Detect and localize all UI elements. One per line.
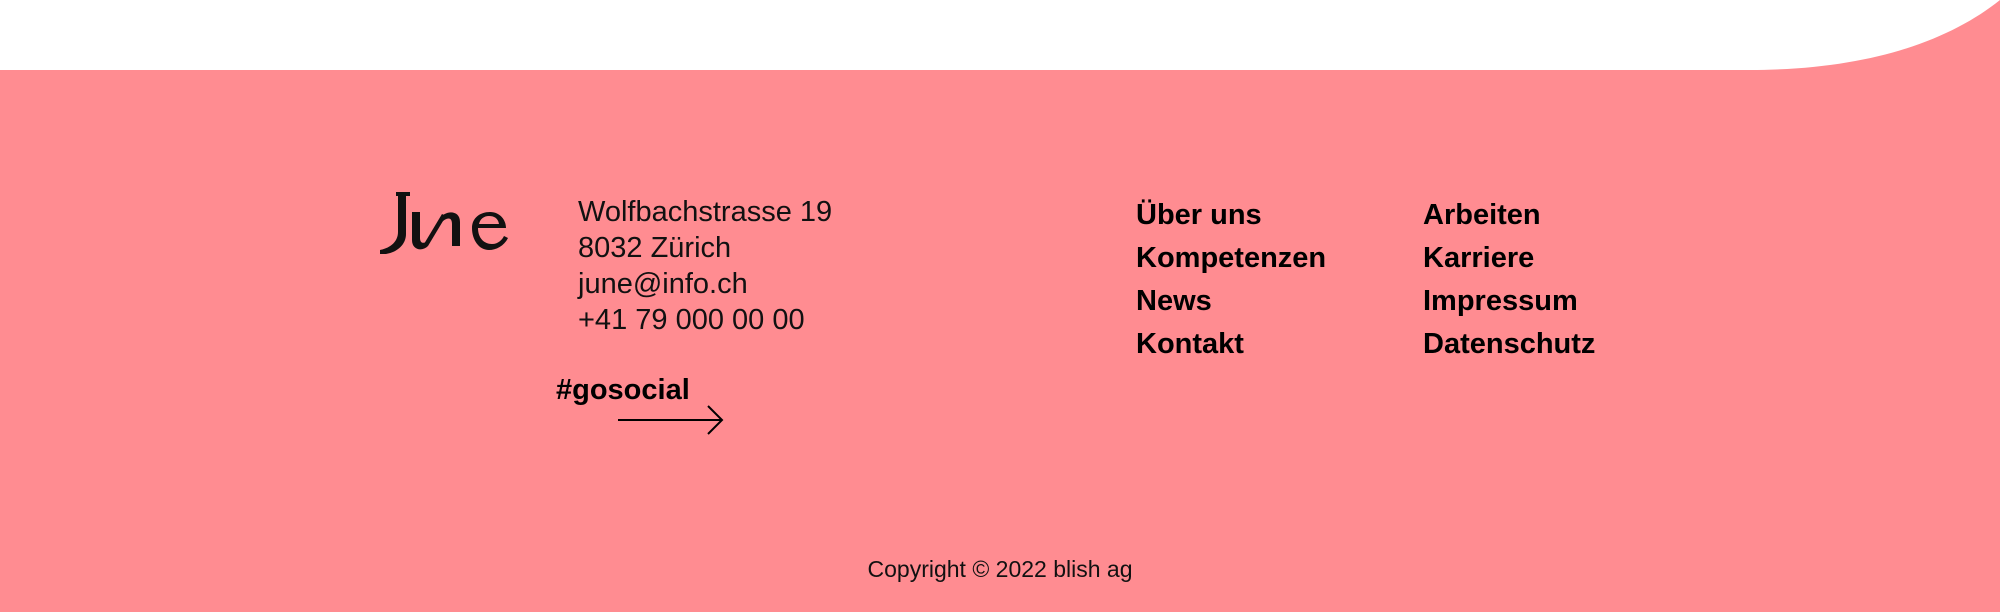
nav-link-arbeiten[interactable]: Arbeiten [1423, 194, 1595, 237]
june-logo[interactable] [376, 188, 508, 254]
nav-link-impressum[interactable]: Impressum [1423, 280, 1595, 323]
nav-link-karriere[interactable]: Karriere [1423, 237, 1595, 280]
footer-wave-background [0, 0, 2000, 612]
address-email[interactable]: june@info.ch [578, 266, 832, 302]
address-street: Wolfbachstrasse 19 [578, 196, 833, 228]
arrow-right-icon [618, 405, 724, 435]
nav-link-kontakt[interactable]: Kontakt [1136, 323, 1326, 366]
gosocial-label: #gosocial [556, 374, 690, 406]
nav-link-ueber-uns[interactable]: Über uns [1136, 194, 1326, 237]
address-city: 8032 Zürich [578, 232, 732, 264]
address-phone[interactable]: +41 79 000 00 00 [578, 302, 832, 338]
nav-link-news[interactable]: News [1136, 280, 1326, 323]
footer-nav-primary: Über uns Kompetenzen News Kontakt [1136, 194, 1326, 366]
footer-pink-shape [0, 0, 2000, 612]
nav-link-datenschutz[interactable]: Datenschutz [1423, 323, 1595, 366]
copyright-text: Copyright © 2022 blish ag [867, 556, 1133, 582]
gosocial-link[interactable]: #gosocial [556, 374, 736, 436]
footer-nav-secondary: Arbeiten Karriere Impressum Datenschutz [1423, 194, 1595, 366]
contact-address: Wolfbachstrasse 19 8032 Zürich june@info… [578, 194, 832, 338]
nav-link-kompetenzen[interactable]: Kompetenzen [1136, 237, 1326, 280]
site-footer: Wolfbachstrasse 19 8032 Zürich june@info… [0, 0, 2000, 612]
